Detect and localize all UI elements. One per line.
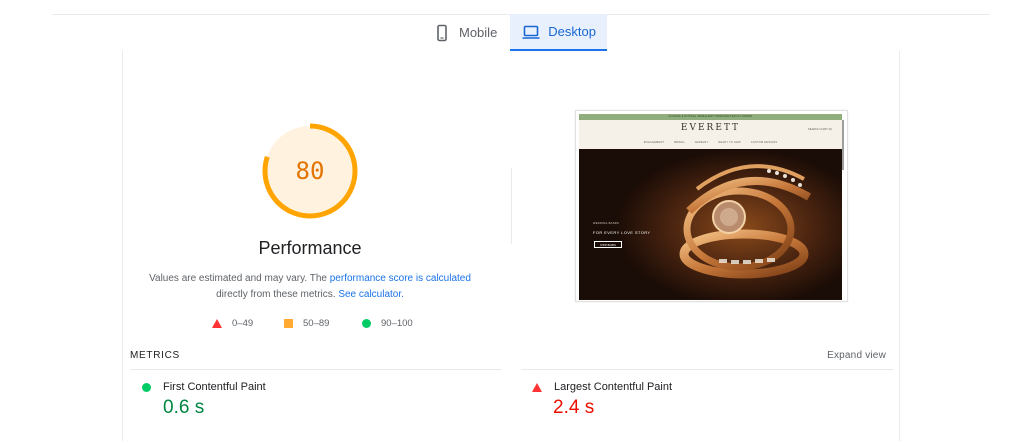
- circle-icon: [362, 319, 371, 328]
- desc-text-1: Values are estimated and may vary. The: [149, 273, 330, 284]
- score-calculated-link[interactable]: performance score is calculated: [330, 273, 471, 284]
- screenshot-content: CLASSIC & ETHICAL JEWELLERY HANDCRAFTED …: [579, 114, 842, 300]
- metric-divider: [130, 369, 501, 370]
- expand-view-toggle[interactable]: Expand view: [810, 350, 886, 361]
- site-account-links: SEARCH CART (0): [807, 127, 832, 131]
- legend-average: 50–89: [284, 318, 329, 329]
- hero-image: WEDDING BANDS FOR EVERY LOVE STORY SHOP …: [579, 149, 842, 300]
- performance-title: Performance: [258, 238, 362, 258]
- performance-description: Values are estimated and may vary. The p…: [140, 271, 480, 303]
- site-nav-item: CUSTOM DESIGNS: [750, 141, 778, 144]
- hero-button: SHOP BANDS: [594, 241, 622, 248]
- square-icon: [284, 319, 293, 328]
- metric-fcp: First Contentful Paint 0.6 s: [142, 381, 266, 419]
- metric-lcp-name: Largest Contentful Paint: [554, 381, 673, 393]
- site-nav-item: BRIDAL: [674, 141, 685, 144]
- legend-average-label: 50–89: [303, 318, 330, 329]
- metric-fcp-name: First Contentful Paint: [163, 381, 266, 393]
- performance-score: 80: [295, 157, 325, 185]
- pass-circle-icon: [142, 382, 151, 392]
- section-divider: [511, 168, 512, 244]
- page-screenshot-thumbnail[interactable]: CLASSIC & ETHICAL JEWELLERY HANDCRAFTED …: [575, 110, 848, 302]
- site-nav-item: ENGAGEMENT: [643, 141, 665, 144]
- score-legend: 0–49 50–89 90–100: [0, 318, 1024, 332]
- hero-title: FOR EVERY LOVE STORY: [593, 230, 651, 235]
- tab-mobile[interactable]: Mobile: [421, 14, 509, 51]
- legend-pass: 90–100: [362, 318, 413, 329]
- phone-icon: [433, 24, 451, 42]
- tab-desktop-label: Desktop: [548, 24, 596, 39]
- screenshot-scrollbar: [842, 120, 844, 170]
- site-header: EVERETT SEARCH CART (0) ENGAGEMENT BRIDA…: [579, 120, 842, 149]
- triangle-icon: [212, 319, 222, 328]
- metric-lcp-value: 2.4 s: [553, 397, 595, 418]
- site-nav-item: READY TO SHIP: [718, 141, 741, 144]
- legend-fail: 0–49: [212, 318, 253, 329]
- legend-fail-label: 0–49: [232, 318, 254, 329]
- site-logo: EVERETT: [680, 123, 741, 133]
- fail-triangle-icon: [532, 382, 542, 392]
- hero-eyebrow: WEDDING BANDS: [593, 222, 620, 225]
- site-nav-item: JEWELRY: [694, 141, 709, 144]
- desc-text-2: directly from these metrics.: [216, 289, 339, 300]
- legend-pass-label: 90–100: [381, 318, 413, 329]
- see-calculator-link[interactable]: See calculator.: [338, 289, 404, 300]
- performance-gauge[interactable]: 80: [260, 121, 360, 221]
- tab-mobile-label: Mobile: [459, 25, 498, 40]
- site-nav: ENGAGEMENT BRIDAL JEWELRY READY TO SHIP …: [579, 141, 842, 144]
- tab-desktop[interactable]: Desktop: [510, 14, 608, 51]
- metric-divider: [521, 369, 893, 370]
- device-tabs: Mobile Desktop: [421, 14, 608, 51]
- metric-fcp-value: 0.6 s: [163, 397, 205, 418]
- metric-lcp: Largest Contentful Paint 2.4 s: [532, 381, 672, 419]
- laptop-icon: [522, 23, 540, 41]
- metrics-heading: METRICS: [130, 350, 180, 361]
